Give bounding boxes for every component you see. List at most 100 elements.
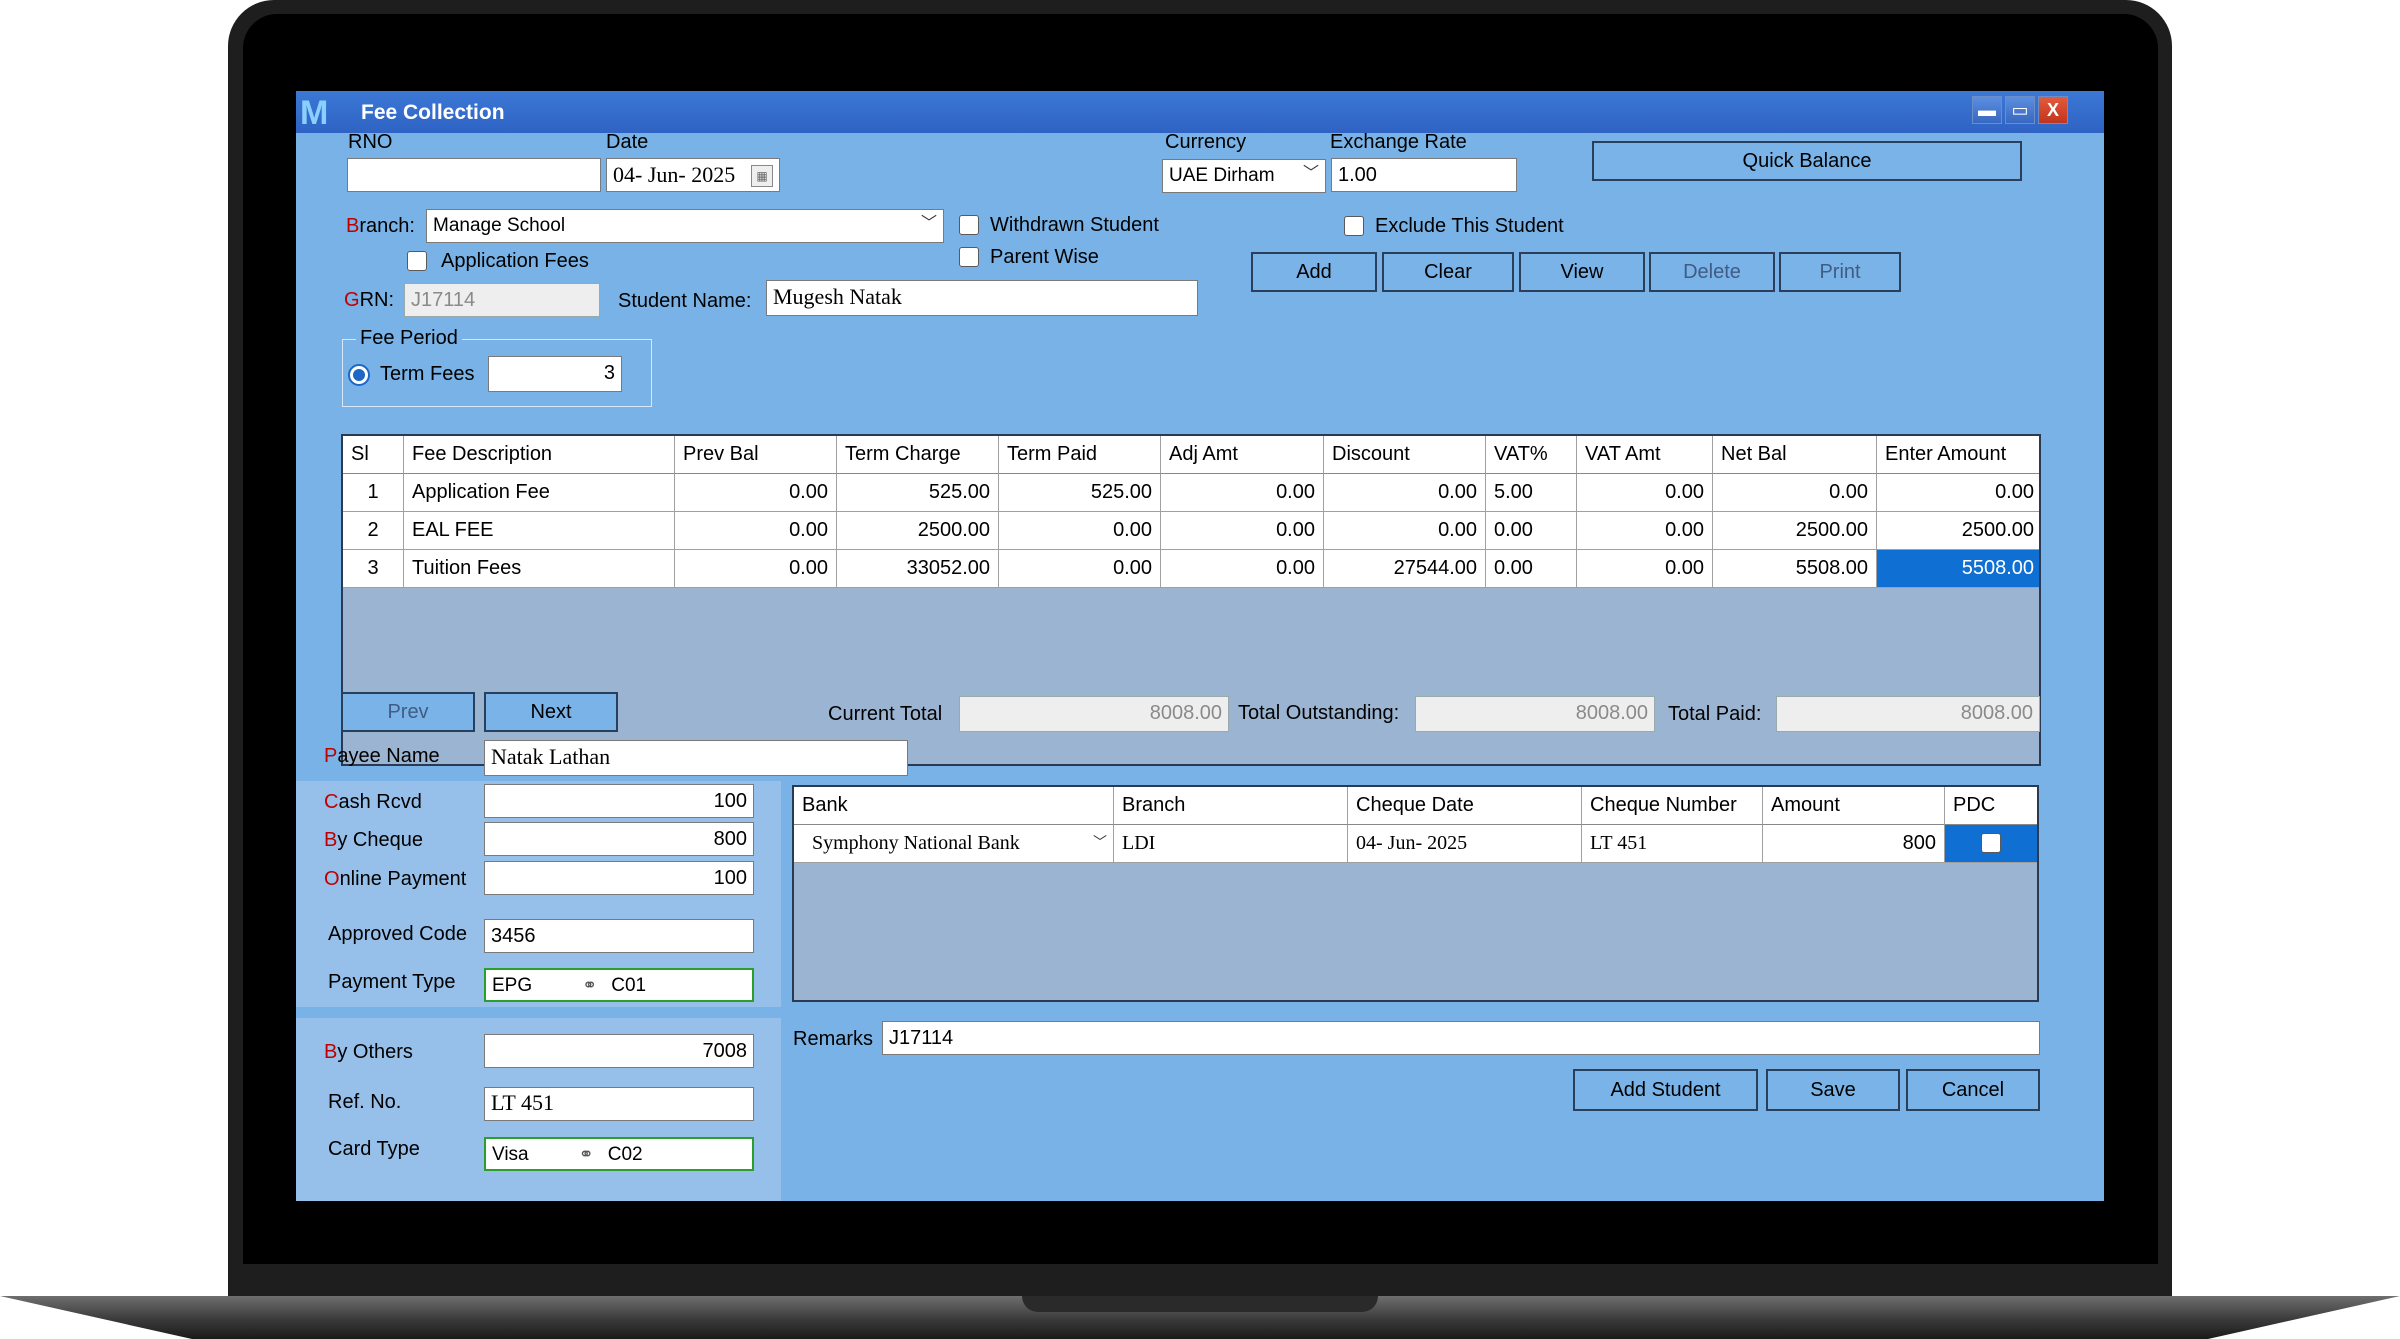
student-name-input[interactable]: Mugesh Natak (766, 280, 1198, 316)
currency-select[interactable]: UAE Dirham ﹀ (1162, 159, 1326, 193)
exchange-rate-label: Exchange Rate (1330, 131, 1467, 153)
student-name-label: Student Name: (618, 290, 752, 312)
by-cheque-input[interactable]: 800 (484, 822, 754, 856)
cell-vat-amt: 0.00 (1577, 474, 1713, 512)
delete-button[interactable]: Delete (1649, 252, 1775, 292)
application-fees-checkbox[interactable] (407, 251, 427, 271)
app-logo-icon: M (300, 94, 329, 132)
payment-type-label: Payment Type (328, 971, 456, 993)
add-student-button[interactable]: Add Student (1573, 1069, 1758, 1111)
col-term-paid: Term Paid (999, 436, 1161, 474)
branch-select[interactable]: Manage School ﹀ (426, 209, 944, 243)
cell-vat-amt: 0.00 (1577, 512, 1713, 550)
cheque-table-header: Bank Branch Cheque Date Cheque Number Am… (794, 787, 2037, 825)
laptop-notch (1022, 1296, 1378, 1312)
cell-discount: 0.00 (1324, 512, 1486, 550)
cell-bank[interactable]: Symphony National Bank ﹀ (794, 825, 1114, 863)
cell-term-paid: 0.00 (999, 550, 1161, 588)
exchange-rate-input[interactable]: 1.00 (1331, 158, 1517, 192)
card-type-input[interactable]: Visa ⚭ C02 (484, 1137, 754, 1171)
withdrawn-student-checkbox[interactable] (959, 215, 979, 235)
table-row[interactable]: 3 Tuition Fees 0.00 33052.00 0.00 0.00 2… (343, 550, 2039, 588)
currency-label: Currency (1165, 131, 1247, 153)
cell-enter-amount-selected[interactable]: 5508.00 (1877, 550, 2039, 588)
minimize-button[interactable]: ▬ (1972, 96, 2002, 124)
view-button[interactable]: View (1519, 252, 1645, 292)
pdc-checkbox[interactable] (1981, 833, 2001, 853)
prev-button[interactable]: Prev (341, 692, 475, 732)
online-payment-label: Online Payment (324, 868, 467, 890)
withdrawn-student-label: Withdrawn Student (990, 214, 1159, 236)
parent-wise-checkbox[interactable] (959, 247, 979, 267)
table-row[interactable]: Symphony National Bank ﹀ LDI 04- Jun- 202… (794, 825, 2037, 863)
cell-enter-amount[interactable]: 0.00 (1877, 474, 2039, 512)
binoculars-icon[interactable]: ⚭ (582, 972, 597, 998)
chevron-down-icon: ﹀ (920, 215, 937, 232)
save-button[interactable]: Save (1766, 1069, 1900, 1111)
title-bar: M Fee Collection ▬ ▭ X (296, 91, 2104, 133)
total-outstanding-input[interactable]: 8008.00 (1415, 696, 1655, 732)
next-button[interactable]: Next (484, 692, 618, 732)
cell-amount[interactable]: 800 (1763, 825, 1945, 863)
binoculars-icon[interactable]: ⚭ (579, 1141, 594, 1167)
col-net-bal: Net Bal (1713, 436, 1877, 474)
col-adj-amt: Adj Amt (1161, 436, 1324, 474)
quick-balance-button[interactable]: Quick Balance (1592, 141, 2022, 181)
rno-input[interactable] (347, 158, 601, 192)
cell-term-paid: 525.00 (999, 474, 1161, 512)
date-input[interactable]: 04- Jun- 2025 ▦ (606, 158, 780, 192)
cell-vat-percent: 0.00 (1486, 512, 1577, 550)
cell-sl: 3 (343, 550, 404, 588)
exclude-student-checkbox[interactable] (1344, 216, 1364, 236)
cell-term-charge: 33052.00 (837, 550, 999, 588)
payment-type-input[interactable]: EPG ⚭ C01 (484, 968, 754, 1002)
cell-enter-amount[interactable]: 2500.00 (1877, 512, 2039, 550)
ref-no-input[interactable]: LT 451 (484, 1087, 754, 1121)
col-enter-amount: Enter Amount (1877, 436, 2039, 474)
by-others-input[interactable]: 7008 (484, 1034, 754, 1068)
cell-prev-bal: 0.00 (675, 474, 837, 512)
online-payment-input[interactable]: 100 (484, 861, 754, 895)
cell-adj-amt: 0.00 (1161, 512, 1324, 550)
fee-period-legend: Fee Period (356, 327, 462, 350)
cancel-button[interactable]: Cancel (1906, 1069, 2040, 1111)
cell-branch[interactable]: LDI (1114, 825, 1348, 863)
clear-button[interactable]: Clear (1382, 252, 1514, 292)
add-button[interactable]: Add (1251, 252, 1377, 292)
remarks-input[interactable]: J17114 (882, 1021, 2040, 1055)
current-total-label: Current Total (828, 703, 943, 725)
term-fees-radio[interactable] (348, 364, 370, 386)
table-row[interactable]: 2 EAL FEE 0.00 2500.00 0.00 0.00 0.00 0.… (343, 512, 2039, 550)
total-paid-input[interactable]: 8008.00 (1776, 696, 2040, 732)
application-fees-label: Application Fees (441, 250, 589, 272)
fee-table-header: Sl Fee Description Prev Bal Term Charge … (343, 436, 2039, 474)
cell-cheque-date[interactable]: 04- Jun- 2025 (1348, 825, 1582, 863)
grn-input[interactable]: J17114 (404, 283, 600, 317)
grn-label: GRN: (344, 289, 395, 311)
ref-no-label: Ref. No. (328, 1091, 402, 1113)
parent-wise-label: Parent Wise (990, 246, 1099, 268)
calendar-icon[interactable]: ▦ (751, 165, 773, 187)
cell-description: Application Fee (404, 474, 675, 512)
cell-vat-percent: 0.00 (1486, 550, 1577, 588)
cell-cheque-number[interactable]: LT 451 (1582, 825, 1763, 863)
col-cheque-number: Cheque Number (1582, 787, 1763, 825)
term-fees-input[interactable]: 3 (488, 356, 622, 392)
table-row[interactable]: 1 Application Fee 0.00 525.00 525.00 0.0… (343, 474, 2039, 512)
col-bank: Bank (794, 787, 1114, 825)
print-button[interactable]: Print (1779, 252, 1901, 292)
approved-code-input[interactable]: 3456 (484, 919, 754, 953)
close-button[interactable]: X (2038, 96, 2068, 124)
payment-type-code: C01 (611, 975, 647, 996)
cash-rcvd-input[interactable]: 100 (484, 784, 754, 818)
current-total-input[interactable]: 8008.00 (959, 696, 1229, 732)
total-paid-label: Total Paid: (1668, 703, 1762, 725)
cell-pdc[interactable] (1945, 825, 2037, 863)
maximize-button[interactable]: ▭ (2005, 96, 2035, 124)
card-type-code: C02 (607, 1144, 643, 1165)
cash-rcvd-label: Cash Rcvd (324, 791, 422, 813)
cell-net-bal: 2500.00 (1713, 512, 1877, 550)
payee-name-input[interactable]: Natak Lathan (484, 740, 908, 776)
cell-adj-amt: 0.00 (1161, 550, 1324, 588)
col-vat-percent: VAT% (1486, 436, 1577, 474)
